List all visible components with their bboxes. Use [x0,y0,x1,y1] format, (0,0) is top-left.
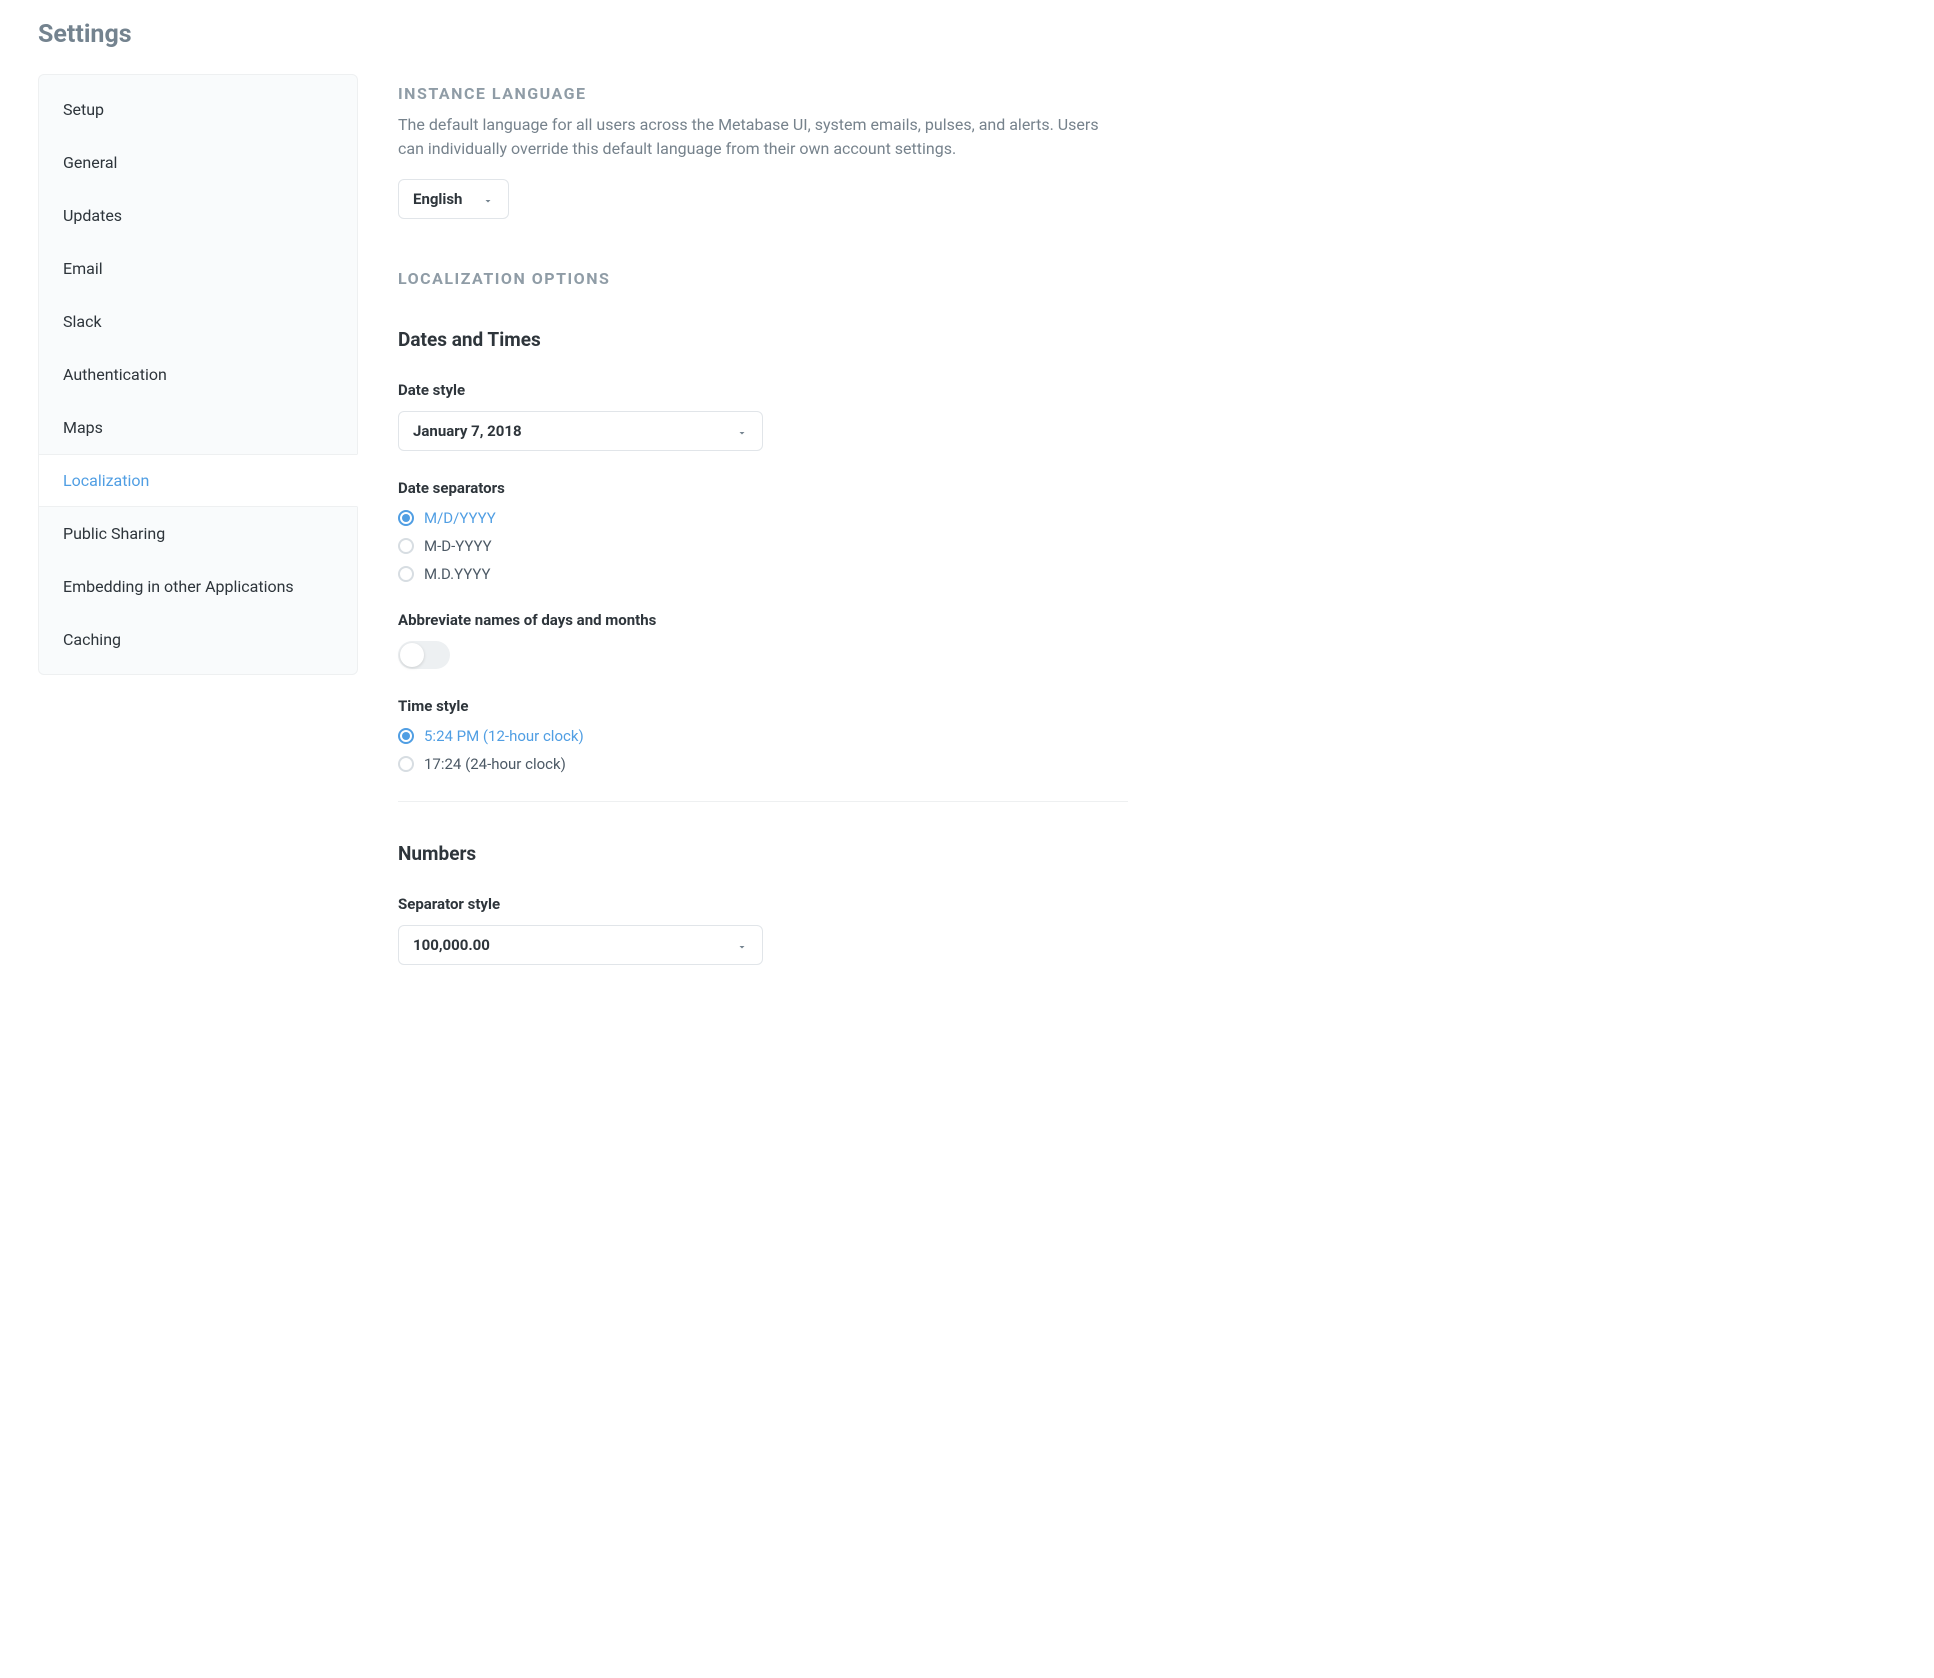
radio-icon [398,538,414,554]
sidebar-item-slack[interactable]: Slack [38,295,358,348]
sidebar-item-updates[interactable]: Updates [38,189,358,242]
radio-label: M/D/YYYY [424,509,496,527]
sidebar-item-general[interactable]: General [38,136,358,189]
numbers-title: Numbers [398,842,1128,865]
sidebar-item-setup[interactable]: Setup [38,83,358,136]
settings-layout: Setup General Updates Email Slack Authen… [38,74,1896,993]
sidebar-item-localization[interactable]: Localization [38,454,358,507]
localization-options-heading: LOCALIZATION OPTIONS [398,269,1128,288]
radio-label: M-D-YYYY [424,537,492,555]
instance-language-description: The default language for all users acros… [398,113,1128,161]
separator-style-select[interactable]: 100,000.00 [398,925,763,965]
abbreviate-toggle[interactable] [398,641,450,669]
settings-main: INSTANCE LANGUAGE The default language f… [398,74,1128,993]
date-style-label: Date style [398,381,1128,399]
radio-label: M.D.YYYY [424,565,491,583]
date-separator-option-dot[interactable]: M.D.YYYY [398,565,1128,583]
sidebar-item-public-sharing[interactable]: Public Sharing [38,507,358,560]
page-title: Settings [38,20,1896,49]
instance-language-value: English [413,190,462,208]
separator-style-value: 100,000.00 [413,936,490,954]
abbreviate-label: Abbreviate names of days and months [398,611,1128,629]
date-separators-radio-group: M/D/YYYY M-D-YYYY M.D.YYYY [398,509,1128,583]
radio-icon [398,566,414,582]
time-style-field: Time style 5:24 PM (12-hour clock) 17:24… [398,697,1128,773]
radio-label: 5:24 PM (12-hour clock) [424,727,584,745]
date-separator-option-slash[interactable]: M/D/YYYY [398,509,1128,527]
instance-language-heading: INSTANCE LANGUAGE [398,84,1128,103]
toggle-thumb [400,643,424,667]
section-divider [398,801,1128,802]
chevron-down-icon [736,425,748,437]
settings-sidebar: Setup General Updates Email Slack Authen… [38,74,358,675]
time-style-radio-group: 5:24 PM (12-hour clock) 17:24 (24-hour c… [398,727,1128,773]
date-separator-option-dash[interactable]: M-D-YYYY [398,537,1128,555]
chevron-down-icon [736,939,748,951]
sidebar-item-embedding[interactable]: Embedding in other Applications [38,560,358,613]
abbreviate-field: Abbreviate names of days and months [398,611,1128,669]
radio-icon [398,728,414,744]
time-style-label: Time style [398,697,1128,715]
instance-language-select[interactable]: English [398,179,509,219]
time-style-option-12h[interactable]: 5:24 PM (12-hour clock) [398,727,1128,745]
date-style-field: Date style January 7, 2018 [398,381,1128,451]
date-separators-label: Date separators [398,479,1128,497]
sidebar-item-authentication[interactable]: Authentication [38,348,358,401]
separator-style-label: Separator style [398,895,1128,913]
time-style-option-24h[interactable]: 17:24 (24-hour clock) [398,755,1128,773]
date-style-value: January 7, 2018 [413,422,522,440]
dates-times-title: Dates and Times [398,328,1128,351]
radio-icon [398,510,414,526]
radio-icon [398,756,414,772]
radio-label: 17:24 (24-hour clock) [424,755,566,773]
sidebar-item-email[interactable]: Email [38,242,358,295]
chevron-down-icon [482,193,494,205]
sidebar-item-maps[interactable]: Maps [38,401,358,454]
separator-style-field: Separator style 100,000.00 [398,895,1128,965]
sidebar-item-caching[interactable]: Caching [38,613,358,666]
date-separators-field: Date separators M/D/YYYY M-D-YYYY M.D.YY… [398,479,1128,583]
date-style-select[interactable]: January 7, 2018 [398,411,763,451]
